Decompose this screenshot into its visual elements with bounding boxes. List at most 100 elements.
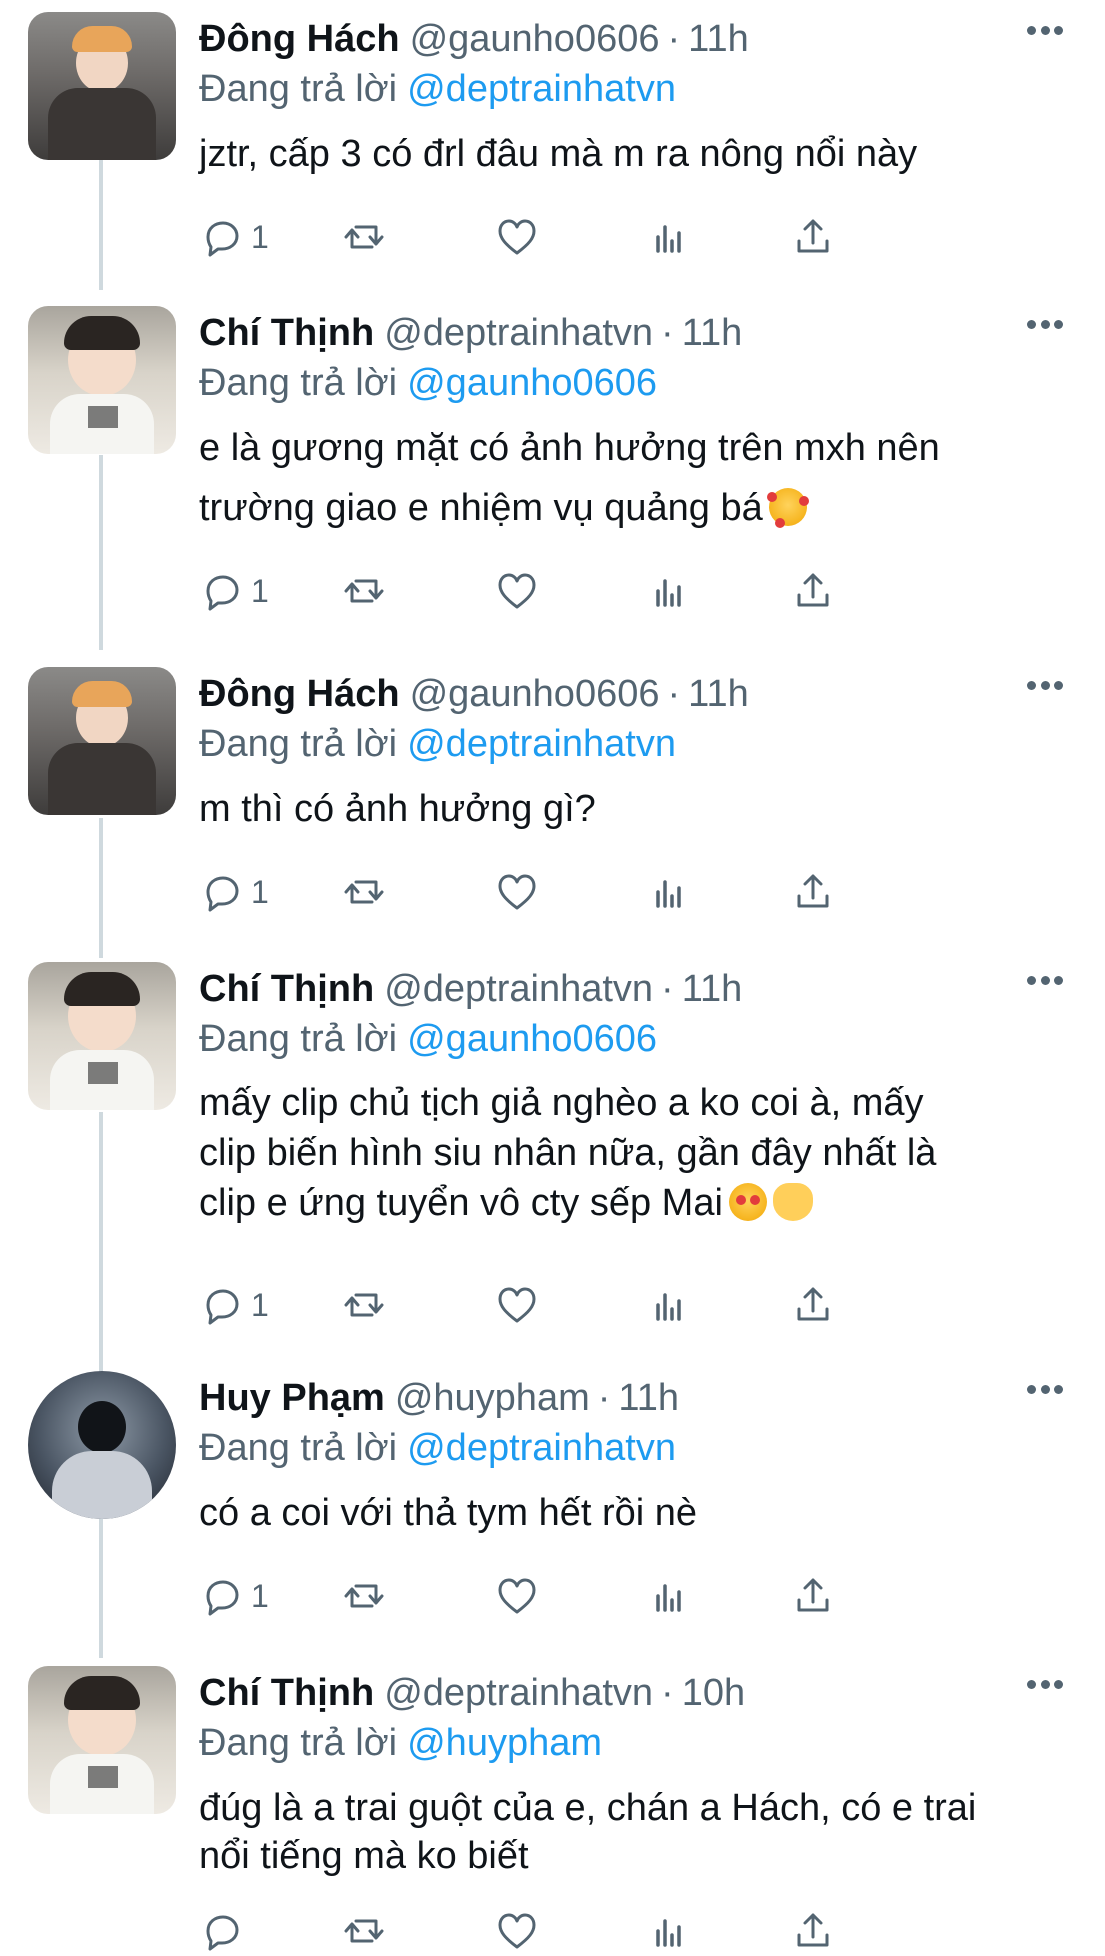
analytics-button[interactable]	[646, 212, 690, 262]
replying-label: Đang trả lời	[199, 1427, 398, 1469]
analytics-icon	[656, 579, 681, 607]
replying-to: Đang trả lời @deptrainhatvn	[199, 64, 676, 114]
display-name[interactable]: Chí Thịnh	[199, 1672, 374, 1714]
analytics-icon	[656, 1293, 681, 1321]
user-handle[interactable]: @huypham	[395, 1377, 590, 1419]
timestamp[interactable]: 11h	[682, 312, 743, 354]
more-options-icon[interactable]	[1027, 1680, 1063, 1692]
more-options-icon[interactable]	[1027, 681, 1063, 693]
like-button[interactable]	[495, 1906, 539, 1956]
user-handle[interactable]: @gaunho0606	[410, 18, 660, 60]
avatar[interactable]	[28, 306, 176, 454]
more-options-icon[interactable]	[1027, 976, 1063, 988]
analytics-button[interactable]	[646, 566, 690, 616]
like-icon	[498, 1578, 536, 1614]
reply-button[interactable]	[199, 1906, 243, 1956]
analytics-button[interactable]	[646, 867, 690, 917]
display-name[interactable]: Đông Hách	[199, 673, 400, 715]
retweet-icon	[344, 1584, 384, 1608]
avatar[interactable]	[28, 1371, 176, 1519]
share-button[interactable]	[791, 1571, 835, 1621]
retweet-button[interactable]	[342, 212, 386, 262]
display-name[interactable]: Huy Phạm	[199, 1377, 385, 1419]
display-name[interactable]: Chí Thịnh	[199, 968, 374, 1010]
replying-to: Đang trả lời @gaunho0606	[199, 1014, 657, 1064]
retweet-button[interactable]	[342, 1280, 386, 1330]
more-options-icon[interactable]	[1027, 1385, 1063, 1397]
share-button[interactable]	[791, 1280, 835, 1330]
display-name[interactable]: Chí Thịnh	[199, 312, 374, 354]
timestamp[interactable]: 10h	[682, 1672, 745, 1714]
more-options-icon[interactable]	[1027, 320, 1063, 332]
like-button[interactable]	[495, 566, 539, 616]
share-button[interactable]	[791, 1906, 835, 1956]
user-handle[interactable]: @deptrainhatvn	[384, 968, 653, 1010]
reply-mention-link[interactable]: @deptrainhatvn	[407, 68, 676, 110]
timestamp[interactable]: 11h	[682, 968, 743, 1010]
analytics-icon	[656, 225, 681, 253]
timestamp[interactable]: 11h	[688, 673, 749, 715]
reply-button[interactable]: 1	[199, 566, 269, 616]
reply-button[interactable]: 1	[199, 1571, 269, 1621]
avatar[interactable]	[28, 12, 176, 160]
user-handle[interactable]: @deptrainhatvn	[384, 1672, 653, 1714]
tweet-header: Đông Hách @gaunho0606 · 11h	[199, 14, 749, 64]
tweet[interactable]: Chí Thịnh @deptrainhatvn · 11h Đang trả lời…	[0, 962, 1105, 1342]
replying-label: Đang trả lời	[199, 723, 398, 765]
reply-mention-link[interactable]: @gaunho0606	[407, 1018, 657, 1060]
tweet-text-line: nổi tiếng mà ko biết	[199, 1835, 529, 1877]
tweet-text: đúg là a trai guột của e, chán a Hách, c…	[199, 1784, 1059, 1880]
separator-dot: ·	[667, 673, 681, 715]
tweet-actions: 1	[199, 1280, 999, 1330]
tweet[interactable]: Huy Phạm @huypham · 11h Đang trả lời @deptra…	[0, 1371, 1105, 1631]
tweet[interactable]: Đông Hách @gaunho0606 · 11h Đang trả lời @de…	[0, 12, 1105, 272]
replying-to: Đang trả lời @huypham	[199, 1718, 602, 1768]
tweet-text-line: e là gương mặt có ảnh hưởng trên mxh nên	[199, 427, 940, 469]
analytics-button[interactable]	[646, 1280, 690, 1330]
reply-mention-link[interactable]: @deptrainhatvn	[407, 723, 676, 765]
user-handle[interactable]: @deptrainhatvn	[384, 312, 653, 354]
analytics-button[interactable]	[646, 1571, 690, 1621]
share-button[interactable]	[791, 566, 835, 616]
display-name[interactable]: Đông Hách	[199, 18, 400, 60]
reply-count: 1	[251, 1286, 269, 1323]
avatar[interactable]	[28, 1666, 176, 1814]
tweet[interactable]: Đông Hách @gaunho0606 · 11h Đang trả lời @de…	[0, 667, 1105, 927]
heart-eyes-icon	[728, 1183, 767, 1221]
share-button[interactable]	[791, 212, 835, 262]
user-handle[interactable]: @gaunho0606	[410, 673, 660, 715]
like-icon	[498, 1287, 536, 1323]
like-button[interactable]	[495, 867, 539, 917]
reply-button[interactable]: 1	[199, 1280, 269, 1330]
reply-mention-link[interactable]: @huypham	[407, 1722, 602, 1764]
reply-mention-link[interactable]: @deptrainhatvn	[407, 1427, 676, 1469]
avatar[interactable]	[28, 667, 176, 815]
avatar[interactable]	[28, 962, 176, 1110]
retweet-button[interactable]	[342, 1906, 386, 1956]
reply-icon	[206, 1580, 239, 1616]
like-button[interactable]	[495, 1571, 539, 1621]
tweet[interactable]: Chí Thịnh @deptrainhatvn · 11h Đang trả lời…	[0, 306, 1105, 636]
like-button[interactable]	[495, 212, 539, 262]
retweet-button[interactable]	[342, 867, 386, 917]
like-button[interactable]	[495, 1280, 539, 1330]
share-icon	[797, 1287, 829, 1321]
retweet-button[interactable]	[342, 1571, 386, 1621]
reply-button[interactable]: 1	[199, 212, 269, 262]
tweet[interactable]: Chí Thịnh @deptrainhatvn · 10h Đang trả lời…	[0, 1666, 1105, 1951]
like-icon	[498, 219, 536, 255]
share-button[interactable]	[791, 867, 835, 917]
retweet-button[interactable]	[342, 566, 386, 616]
timestamp[interactable]: 11h	[688, 18, 749, 60]
analytics-button[interactable]	[646, 1906, 690, 1956]
timestamp[interactable]: 11h	[618, 1377, 679, 1419]
tweet-actions: 1	[199, 566, 999, 616]
reply-mention-link[interactable]: @gaunho0606	[407, 362, 657, 404]
tweet-actions	[199, 1906, 999, 1956]
share-icon	[797, 1578, 829, 1612]
more-options-icon[interactable]	[1027, 26, 1063, 38]
tweet-text: e là gương mặt có ảnh hưởng trên mxh nên…	[199, 418, 1059, 538]
reply-button[interactable]: 1	[199, 867, 269, 917]
replying-to: Đang trả lời @deptrainhatvn	[199, 1423, 676, 1473]
tweet-header: Chí Thịnh @deptrainhatvn · 11h	[199, 308, 742, 358]
